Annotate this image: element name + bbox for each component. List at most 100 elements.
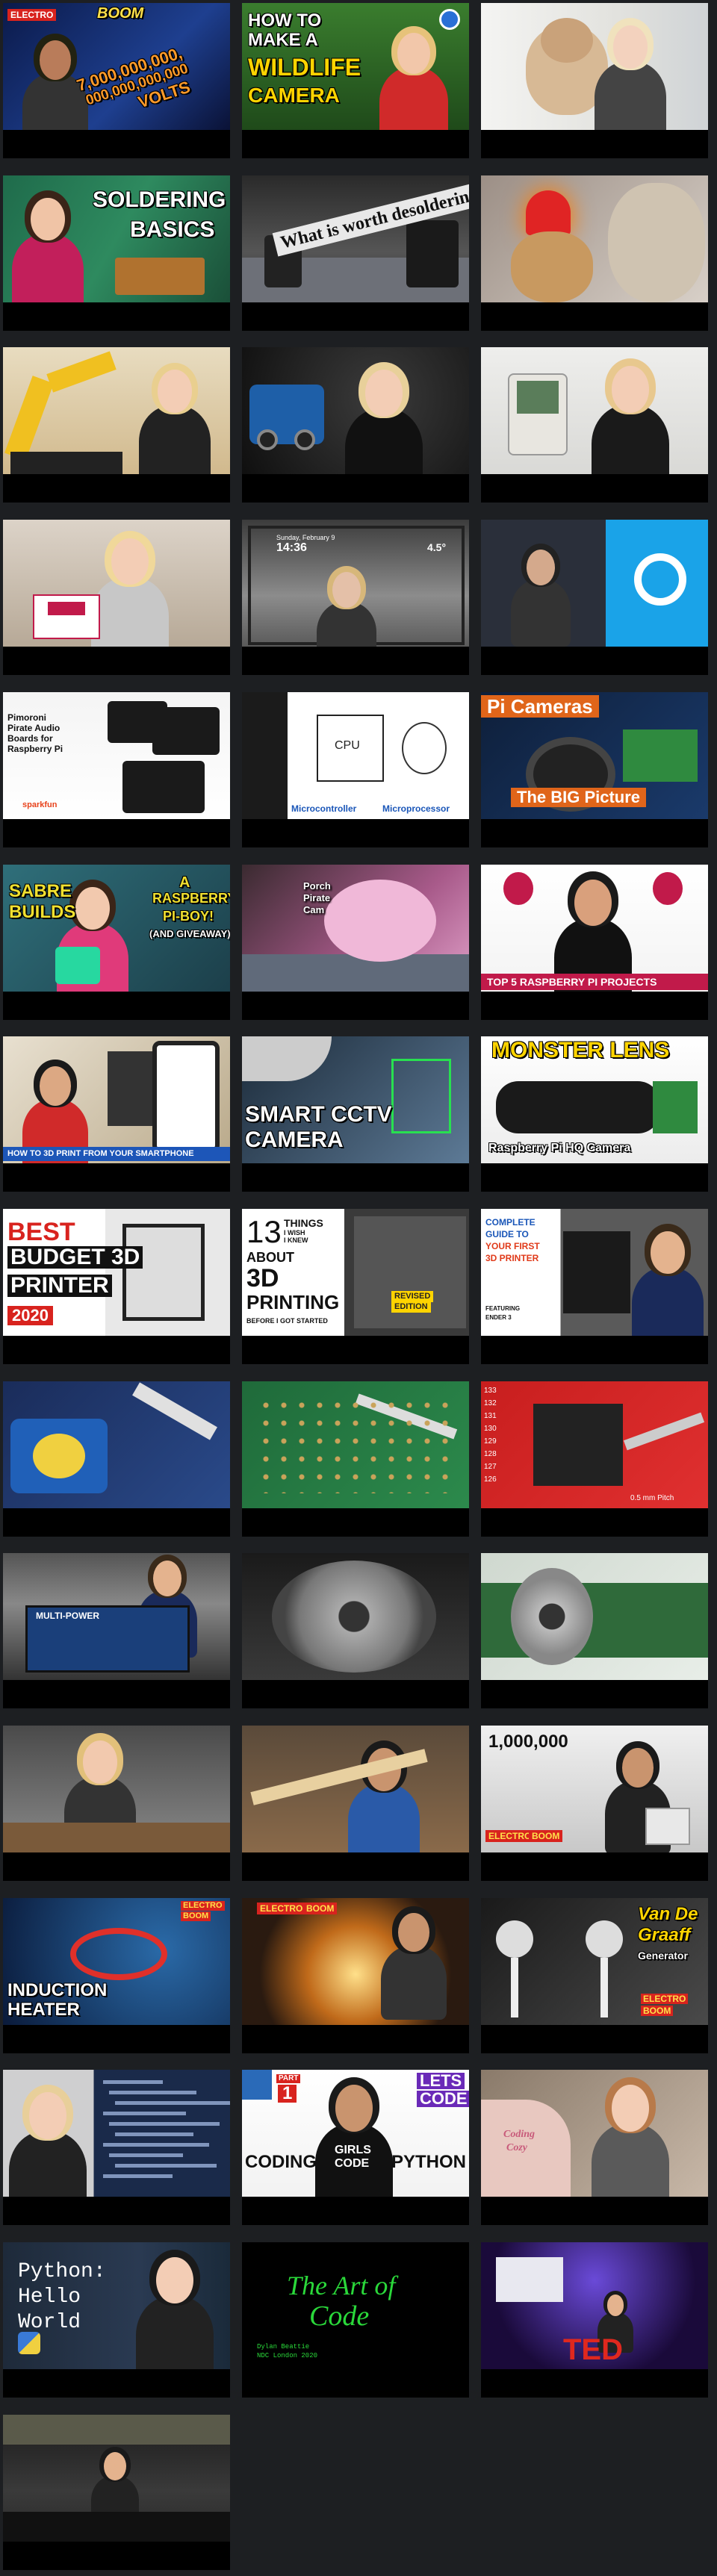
video-thumbnail[interactable]: Porch Pirate Cam: [242, 864, 469, 992]
video-thumbnail[interactable]: ELECTRO BOOM 7,000,000,000, 000,000,000,000…: [3, 3, 230, 130]
video-thumbnail[interactable]: ELECTRO BOOM: [242, 1897, 469, 2025]
video-thumbnail[interactable]: 13 THINGS I WISH I KNEW ABOUT 3D PRINTING BEFOR…: [242, 1208, 469, 1336]
video-thumbnail[interactable]: TOP 5 RASPBERRY PI PROJECTS: [481, 864, 708, 992]
video-thumbnail[interactable]: SABRE BUILDS A RASPBERRY PI-BOY! (AND GIVEAWA…: [3, 864, 230, 992]
video-card-monster-lens[interactable]: MONSTER LENS Raspberry Pi HQ Camera: [481, 1036, 708, 1192]
video-card-multi-power-supply[interactable]: MULTI-POWER: [3, 1553, 230, 1709]
video-card-smart-cctv-camera[interactable]: SMART CCTV CAMERA: [242, 1036, 469, 1192]
wheel: [294, 429, 315, 451]
video-card-python-hello-world[interactable]: Python: Hello World: [3, 2242, 230, 2398]
video-card-desoldering[interactable]: What is worth desoldering ?: [242, 175, 469, 331]
video-card-stage-talk[interactable]: [3, 2414, 230, 2570]
video-card-coding-cozy[interactable]: Coding Cozy: [481, 2070, 708, 2226]
video-thumbnail[interactable]: MULTI-POWER: [3, 1553, 230, 1681]
video-thumbnail[interactable]: COMPLETE GUIDE TO YOUR FIRST 3D PRINTER FEAT…: [481, 1208, 708, 1336]
video-card-hard-drive-platter[interactable]: [242, 1553, 469, 1709]
video-card-porch-pirate-cam[interactable]: Porch Pirate Cam: [242, 864, 469, 1020]
video-card-woman-with-cat[interactable]: [481, 3, 708, 158]
video-thumbnail[interactable]: [242, 1381, 469, 1508]
person-face: [40, 40, 71, 80]
video-card-7000000000-volts[interactable]: ELECTRO BOOM 7,000,000,000, 000,000,000,000…: [3, 3, 230, 158]
person-face: [111, 538, 149, 585]
video-card-induction-heater[interactable]: ELECTRO BOOM INDUCTION HEATER: [3, 1897, 230, 2053]
video-card-raspberry-pi-box[interactable]: [3, 520, 230, 676]
video-card-van-de-graaff[interactable]: Van De Graaff Generator ELECTRO BOOM: [481, 1897, 708, 2053]
video-card-hard-drive-pcb[interactable]: [481, 1553, 708, 1709]
video-card-wooden-stick[interactable]: [242, 1726, 469, 1881]
video-thumbnail[interactable]: Van De Graaff Generator ELECTRO BOOM: [481, 1897, 708, 2025]
video-card-fire-experiment[interactable]: ELECTRO BOOM: [242, 1897, 469, 2053]
video-thumbnail[interactable]: BEST BUDGET 3D PRINTER 2020: [3, 1208, 230, 1336]
video-thumbnail[interactable]: [481, 1553, 708, 1681]
slide-screen: [496, 2257, 563, 2303]
thumbnail-text: PRINTING: [246, 1290, 340, 1313]
video-card-robot-car[interactable]: [242, 347, 469, 503]
video-thumbnail[interactable]: Sunday, February 9 14:36 4.5°: [242, 520, 469, 647]
video-thumbnail[interactable]: [481, 3, 708, 130]
video-card-smart-mirror[interactable]: Sunday, February 9 14:36 4.5°: [242, 520, 469, 676]
video-thumbnail[interactable]: [481, 520, 708, 647]
thumbnail-text: YOUR FIRST: [485, 1240, 540, 1251]
video-card-lets-code-python[interactable]: PART 1 LETS CODE CODING PYTHON GIRLS CODE: [242, 2070, 469, 2226]
video-thumbnail[interactable]: HOW TO 3D PRINT FROM YOUR SMARTPHONE: [3, 1036, 230, 1164]
video-thumbnail[interactable]: [3, 1726, 230, 1852]
video-card-alexa[interactable]: [481, 520, 708, 676]
video-card-smd-chip[interactable]: 133 132 131 130 129 128 127 126 0.5 mm Pitch: [481, 1381, 708, 1537]
video-thumbnail[interactable]: [242, 347, 469, 475]
thumbnail-text: BUDGET 3D: [7, 1245, 143, 1269]
video-card-13-things-3d-printing[interactable]: 13 THINGS I WISH I KNEW ABOUT 3D PRINTING BEFOR…: [242, 1208, 469, 1364]
thumbnail-text: Van De: [638, 1903, 698, 1924]
video-card-handheld-console[interactable]: [481, 347, 708, 503]
video-card-alarm-cat[interactable]: [481, 175, 708, 331]
video-card-1000000-subs[interactable]: 1,000,000 ELECTRO BOOM: [481, 1726, 708, 1881]
thumbnail-text: MAKE A: [248, 30, 318, 50]
video-card-top-5-raspberry-pi-projects[interactable]: TOP 5 RASPBERRY PI PROJECTS: [481, 864, 708, 1020]
thumbnail-text: ELECTRO: [641, 1993, 689, 2004]
video-card-the-art-of-code[interactable]: The Art of Code Dylan Beattie NDC London 20…: [242, 2242, 469, 2398]
video-thumbnail[interactable]: [3, 1381, 230, 1508]
video-thumbnail[interactable]: 1,000,000 ELECTRO BOOM: [481, 1726, 708, 1852]
video-thumbnail[interactable]: TED: [481, 2242, 708, 2370]
video-thumbnail[interactable]: SMART CCTV CAMERA: [242, 1036, 469, 1164]
video-card-complete-guide-3d-printer[interactable]: COMPLETE GUIDE TO YOUR FIRST 3D PRINTER FEAT…: [481, 1208, 708, 1364]
video-thumbnail[interactable]: [481, 347, 708, 475]
video-card-best-budget-3d-printer[interactable]: BEST BUDGET 3D PRINTER 2020: [3, 1208, 230, 1364]
video-thumbnail[interactable]: [3, 520, 230, 647]
video-thumbnail[interactable]: SOLDERING BASICS: [3, 175, 230, 302]
video-thumbnail[interactable]: [242, 1726, 469, 1852]
video-card-tedx-talk[interactable]: TED: [481, 2242, 708, 2398]
video-thumbnail[interactable]: [481, 175, 708, 302]
python-logo: [18, 2332, 40, 2355]
video-thumbnail[interactable]: HOW TO MAKE A WILDLIFE CAMERA: [242, 3, 469, 130]
thumbnail-text: TED: [563, 2333, 623, 2367]
video-thumbnail[interactable]: PART 1 LETS CODE CODING PYTHON GIRLS CODE: [242, 2070, 469, 2197]
video-thumbnail[interactable]: Pimoroni Pirate Audio Boards for Raspberry …: [3, 691, 230, 819]
video-card-pirate-audio[interactable]: Pimoroni Pirate Audio Boards for Raspberry …: [3, 691, 230, 847]
video-thumbnail[interactable]: 133 132 131 130 129 128 127 126 0.5 mm Pitch: [481, 1381, 708, 1508]
video-thumbnail[interactable]: The Art of Code Dylan Beattie NDC London 20…: [242, 2242, 469, 2370]
video-card-code-tutorial[interactable]: [3, 2070, 230, 2226]
video-thumbnail[interactable]: Pi Cameras The BIG Picture: [481, 691, 708, 819]
thumbnail-text: HOW TO: [248, 10, 322, 31]
video-thumbnail[interactable]: What is worth desoldering ?: [242, 175, 469, 302]
video-thumbnail[interactable]: MONSTER LENS Raspberry Pi HQ Camera: [481, 1036, 708, 1164]
video-card-soldering-basics[interactable]: SOLDERING BASICS: [3, 175, 230, 331]
video-thumbnail[interactable]: [3, 347, 230, 475]
video-card-pi-boy[interactable]: SABRE BUILDS A RASPBERRY PI-BOY! (AND GIVEAWA…: [3, 864, 230, 1020]
video-thumbnail[interactable]: Python: Hello World: [3, 2242, 230, 2370]
video-thumbnail[interactable]: [242, 1553, 469, 1681]
video-card-3d-print-from-smartphone[interactable]: HOW TO 3D PRINT FROM YOUR SMARTPHONE: [3, 1036, 230, 1192]
video-thumbnail[interactable]: Coding Cozy: [481, 2070, 708, 2197]
video-card-workbench[interactable]: [3, 1726, 230, 1881]
thumbnail-text: SOLDERING: [93, 187, 226, 212]
video-card-microcontroller-vs-microprocessor[interactable]: CPU Microcontroller Microprocessor: [242, 691, 469, 847]
video-thumbnail[interactable]: CPU Microcontroller Microprocessor: [242, 691, 469, 819]
video-card-wildlife-camera[interactable]: HOW TO MAKE A WILDLIFE CAMERA: [242, 3, 469, 158]
video-card-pcb-soldering[interactable]: [242, 1381, 469, 1537]
video-card-pi-cameras[interactable]: Pi Cameras The BIG Picture: [481, 691, 708, 847]
video-card-robot-arm[interactable]: [3, 347, 230, 503]
video-thumbnail[interactable]: ELECTRO BOOM INDUCTION HEATER: [3, 1897, 230, 2025]
video-thumbnail[interactable]: [3, 2070, 230, 2197]
video-card-soldering-iron[interactable]: [3, 1381, 230, 1537]
video-thumbnail[interactable]: [3, 2414, 230, 2542]
